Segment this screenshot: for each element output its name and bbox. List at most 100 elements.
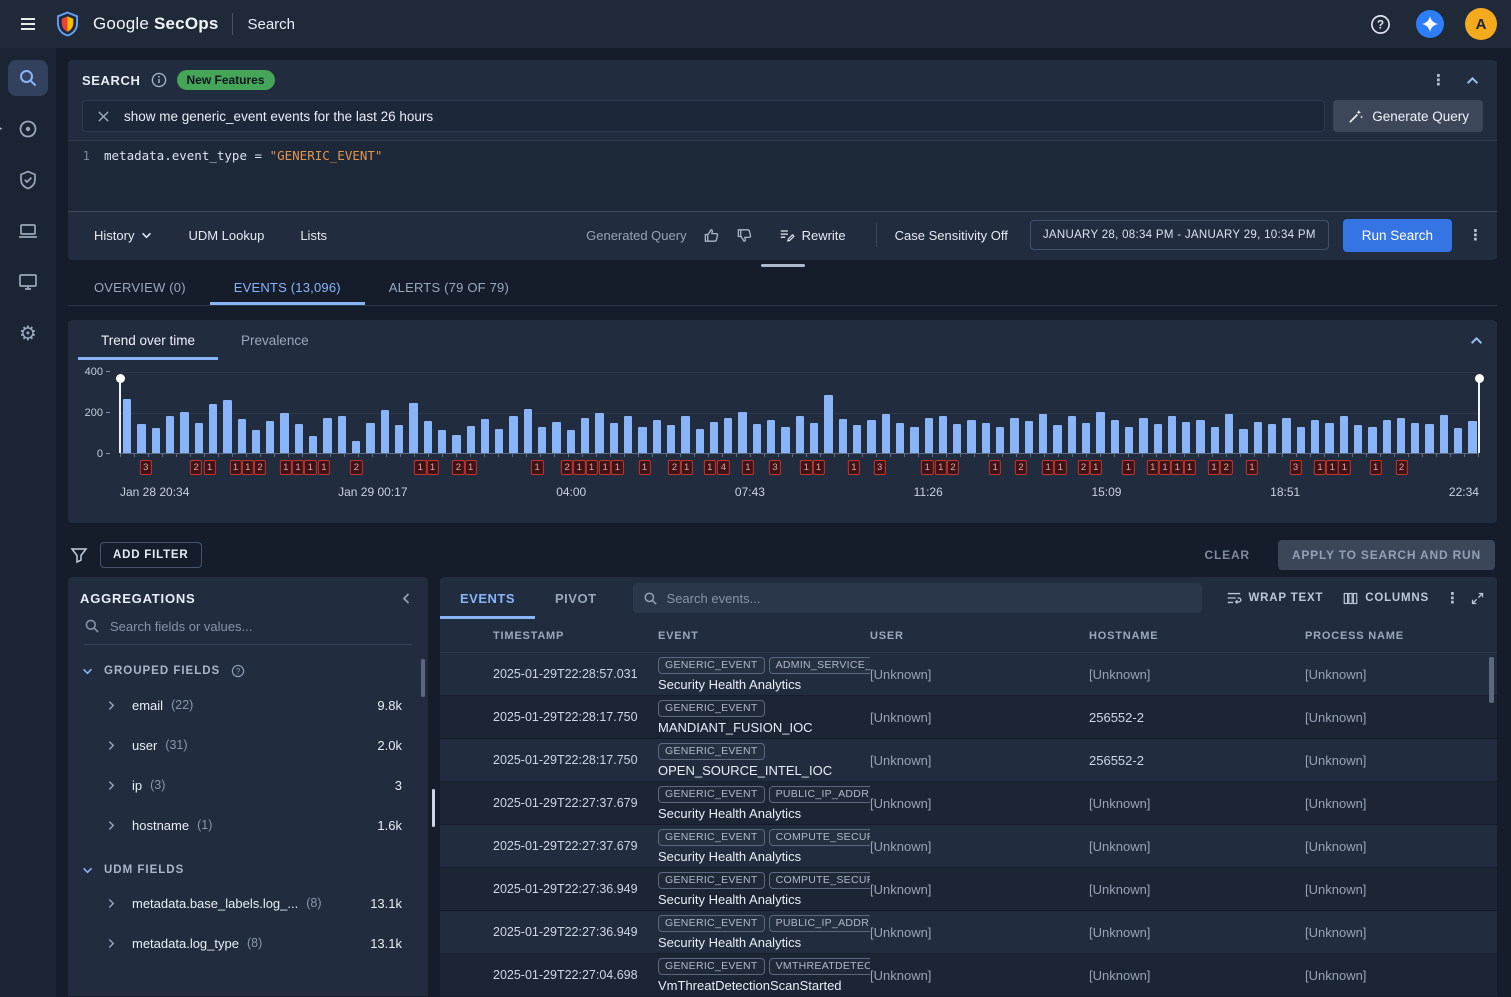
event-table-row[interactable]: 2025-01-29T22:27:37.679 GENERIC_EVENTPUB… xyxy=(440,782,1497,825)
alert-count-marker[interactable]: 1 xyxy=(704,460,716,475)
trend-bar[interactable] xyxy=(939,416,947,453)
alert-count-marker[interactable]: 2 xyxy=(1395,460,1407,475)
trend-bar[interactable] xyxy=(381,410,389,453)
clear-filters-button[interactable]: CLEAR xyxy=(1205,548,1250,562)
events-menu-button[interactable]: ⋮ xyxy=(1439,587,1466,610)
nav-cases[interactable]: ▸ xyxy=(8,111,48,147)
trend-bar[interactable] xyxy=(1010,418,1018,453)
alert-count-marker[interactable]: 1 xyxy=(800,460,812,475)
trend-bar[interactable] xyxy=(667,425,675,453)
trend-bar[interactable] xyxy=(481,419,489,453)
tab-trend-over-time[interactable]: Trend over time xyxy=(78,320,218,360)
alert-count-marker[interactable]: 2 xyxy=(452,460,464,475)
alert-count-marker[interactable]: 1 xyxy=(1338,460,1350,475)
nav-search[interactable] xyxy=(8,60,48,96)
alert-count-marker[interactable]: 1 xyxy=(1314,460,1326,475)
aggregation-field-row[interactable]: user (31) 2.0k xyxy=(68,725,428,765)
column-header-user[interactable]: USER xyxy=(870,630,1089,642)
trend-bar[interactable] xyxy=(1096,412,1104,454)
trend-bar[interactable] xyxy=(738,412,746,454)
alert-count-marker[interactable]: 1 xyxy=(1122,460,1134,475)
lists-button[interactable]: Lists xyxy=(282,219,345,252)
clear-query-button[interactable] xyxy=(93,106,114,127)
info-icon[interactable] xyxy=(151,72,167,88)
trend-bar[interactable] xyxy=(1368,427,1376,453)
gemini-button[interactable] xyxy=(1411,5,1449,43)
trend-bar[interactable] xyxy=(581,418,589,453)
trend-bar[interactable] xyxy=(1111,420,1119,453)
alert-count-marker[interactable]: 1 xyxy=(292,460,304,475)
trend-bar[interactable] xyxy=(1397,418,1405,453)
trend-bar[interactable] xyxy=(910,427,918,453)
alert-count-marker[interactable]: 2 xyxy=(668,460,680,475)
trend-bar[interactable] xyxy=(1239,429,1247,453)
trend-bar[interactable] xyxy=(653,420,661,453)
thumbs-down-button[interactable] xyxy=(728,221,761,250)
alert-count-marker[interactable]: 3 xyxy=(769,460,781,475)
trend-bar[interactable] xyxy=(1340,416,1348,453)
udm-lookup-button[interactable]: UDM Lookup xyxy=(170,219,282,252)
trend-bar[interactable] xyxy=(681,416,689,453)
panel-resize-handle[interactable] xyxy=(761,264,805,267)
trend-bar[interactable] xyxy=(1325,423,1333,453)
column-header-event[interactable]: EVENT xyxy=(658,630,870,642)
alert-count-marker[interactable]: 1 xyxy=(464,460,476,475)
alert-count-marker[interactable]: 1 xyxy=(1042,460,1054,475)
time-brush-handle-right[interactable] xyxy=(1478,380,1480,453)
trend-bar[interactable] xyxy=(696,429,704,453)
alert-count-marker[interactable]: 2 xyxy=(1015,460,1027,475)
trend-bar[interactable] xyxy=(338,416,346,453)
trend-bar[interactable] xyxy=(1411,423,1419,453)
alert-count-marker[interactable]: 1 xyxy=(848,460,860,475)
alert-count-marker[interactable]: 1 xyxy=(638,460,650,475)
collapse-search-panel-button[interactable] xyxy=(1462,72,1483,89)
alert-count-marker[interactable]: 1 xyxy=(742,460,754,475)
rewrite-button[interactable]: Rewrite xyxy=(761,218,864,252)
natural-language-query-input[interactable] xyxy=(124,109,1314,124)
wrap-text-button[interactable]: WRAP TEXT xyxy=(1216,584,1334,612)
help-circle-icon[interactable]: ? xyxy=(231,664,245,678)
nav-assets[interactable] xyxy=(8,264,48,300)
alert-count-marker[interactable]: 1 xyxy=(1326,460,1338,475)
trend-bar[interactable] xyxy=(1082,423,1090,453)
alert-count-marker[interactable]: 1 xyxy=(1147,460,1159,475)
trend-bar[interactable] xyxy=(1268,424,1276,453)
trend-bar[interactable] xyxy=(366,423,374,453)
trend-bar[interactable] xyxy=(552,422,560,453)
trend-bar[interactable] xyxy=(452,435,460,453)
alert-count-marker[interactable]: 1 xyxy=(229,460,241,475)
aggregation-group-header[interactable]: UDM FIELDS ? xyxy=(68,845,428,883)
trend-bar[interactable] xyxy=(810,423,818,453)
trend-bar[interactable] xyxy=(538,427,546,453)
trend-bar[interactable] xyxy=(1182,422,1190,453)
aggregation-field-row[interactable]: metadata.base_labels.log_... (8) 13.1k xyxy=(68,883,428,923)
tab-events-table[interactable]: EVENTS xyxy=(440,577,535,619)
alert-count-marker[interactable]: 1 xyxy=(318,460,330,475)
alert-count-marker[interactable]: 2 xyxy=(561,460,573,475)
tab-events[interactable]: EVENTS (13,096) xyxy=(210,270,365,305)
trend-bar[interactable] xyxy=(1168,416,1176,453)
alert-count-marker[interactable]: 1 xyxy=(414,460,426,475)
aggregation-field-row[interactable]: hostname (1) 1.6k xyxy=(68,805,428,845)
splitter-grip[interactable] xyxy=(432,789,435,827)
alert-count-marker[interactable]: 1 xyxy=(1171,460,1183,475)
thumbs-up-button[interactable] xyxy=(695,221,728,250)
trend-bar[interactable] xyxy=(796,416,804,453)
tab-overview[interactable]: OVERVIEW (0) xyxy=(70,270,210,305)
trend-bar[interactable] xyxy=(1053,425,1061,453)
apply-to-search-button[interactable]: APPLY TO SEARCH AND RUN xyxy=(1278,540,1495,570)
column-header-process-name[interactable]: PROCESS NAME xyxy=(1305,630,1497,642)
trend-bar[interactable] xyxy=(753,424,761,453)
trend-bar[interactable] xyxy=(967,420,975,453)
aggregations-scrollbar[interactable] xyxy=(421,659,425,697)
trend-bar[interactable] xyxy=(280,413,288,454)
tab-pivot[interactable]: PIVOT xyxy=(535,577,617,619)
query-editor[interactable]: 1 metadata.event_type = "GENERIC_EVENT" xyxy=(68,140,1497,212)
trend-bar[interactable] xyxy=(395,425,403,453)
column-header-hostname[interactable]: HOSTNAME xyxy=(1089,630,1305,642)
trend-bar[interactable] xyxy=(567,430,575,453)
trend-bar[interactable] xyxy=(180,412,188,454)
alert-count-marker[interactable]: 1 xyxy=(1370,460,1382,475)
aggregations-search-input[interactable] xyxy=(110,619,412,634)
alert-count-marker[interactable]: 1 xyxy=(573,460,585,475)
